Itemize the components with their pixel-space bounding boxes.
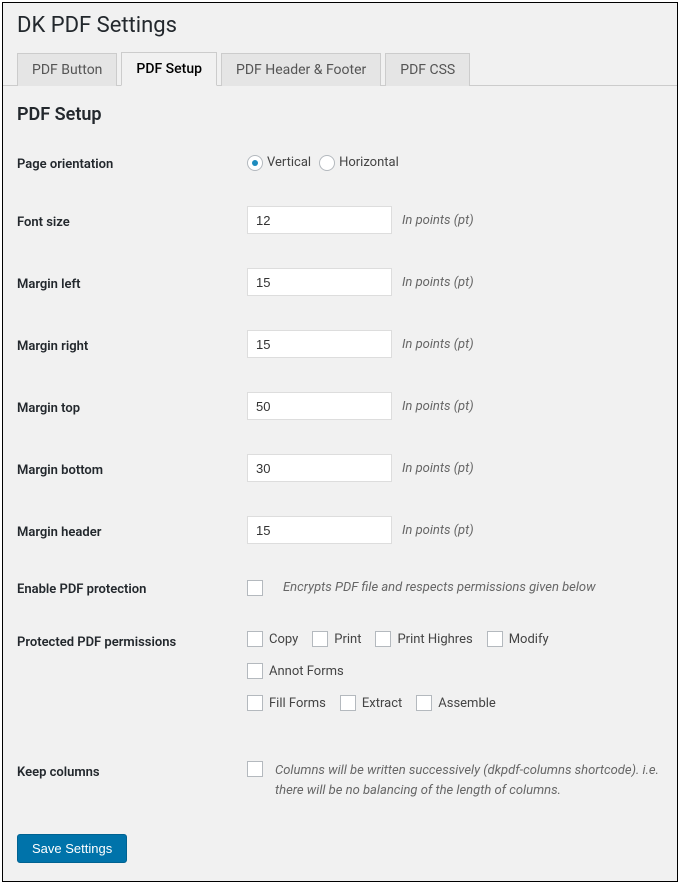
perm-extract-label: Extract (362, 696, 402, 711)
hint-keep-columns: Columns will be written successively (dk… (275, 761, 663, 800)
input-margin-right[interactable] (247, 330, 392, 358)
radio-vertical[interactable]: Vertical (247, 155, 311, 171)
label-margin-left: Margin left (17, 273, 247, 292)
input-margin-header[interactable] (247, 516, 392, 544)
checkbox-print[interactable]: Print (312, 631, 361, 647)
input-margin-top[interactable] (247, 392, 392, 420)
save-button[interactable]: Save Settings (17, 834, 127, 863)
checkbox-print-highres[interactable]: Print Highres (375, 631, 472, 647)
perm-print-highres-label: Print Highres (397, 632, 472, 647)
label-protection: Enable PDF protection (17, 578, 247, 597)
perm-print-label: Print (334, 632, 361, 647)
checkbox-copy[interactable]: Copy (247, 631, 298, 647)
section-title: PDF Setup (17, 104, 663, 125)
input-margin-bottom[interactable] (247, 454, 392, 482)
checkbox-extract[interactable]: Extract (340, 695, 402, 711)
tab-pdf-button[interactable]: PDF Button (17, 53, 117, 86)
label-permissions: Protected PDF permissions (17, 631, 247, 650)
checkbox-annot-forms[interactable]: Annot Forms (247, 663, 344, 679)
checkbox-modify[interactable]: Modify (487, 631, 549, 647)
tab-pdf-header-footer[interactable]: PDF Header & Footer (221, 53, 381, 86)
radio-horizontal[interactable]: Horizontal (319, 155, 399, 171)
checkbox-icon (375, 631, 391, 647)
label-margin-right: Margin right (17, 335, 247, 354)
hint-margin-right: In points (pt) (402, 337, 474, 352)
radio-vertical-label: Vertical (267, 155, 311, 170)
hint-margin-header: In points (pt) (402, 523, 474, 538)
checkbox-icon (247, 631, 263, 647)
tab-pdf-css[interactable]: PDF CSS (385, 53, 470, 86)
label-margin-header: Margin header (17, 521, 247, 540)
input-font-size[interactable] (247, 206, 392, 234)
checkbox-keep-columns[interactable] (247, 761, 269, 777)
checkbox-icon (247, 761, 263, 777)
perm-assemble-label: Assemble (438, 696, 496, 711)
label-margin-top: Margin top (17, 397, 247, 416)
label-keep-columns: Keep columns (17, 761, 247, 780)
checkbox-icon (416, 695, 432, 711)
checkbox-assemble[interactable]: Assemble (416, 695, 496, 711)
label-orientation: Page orientation (17, 153, 247, 172)
tabs: PDF Button PDF Setup PDF Header & Footer… (3, 52, 677, 86)
checkbox-icon (247, 663, 263, 679)
label-font-size: Font size (17, 211, 247, 230)
checkbox-icon (487, 631, 503, 647)
perm-fill-forms-label: Fill Forms (269, 696, 326, 711)
hint-margin-left: In points (pt) (402, 275, 474, 290)
tab-pdf-setup[interactable]: PDF Setup (121, 52, 217, 86)
checkbox-fill-forms[interactable]: Fill Forms (247, 695, 326, 711)
perm-copy-label: Copy (269, 632, 298, 647)
checkbox-icon (247, 580, 263, 596)
checkbox-icon (247, 695, 263, 711)
checkbox-protection[interactable] (247, 580, 269, 596)
hint-margin-bottom: In points (pt) (402, 461, 474, 476)
radio-horizontal-label: Horizontal (339, 155, 399, 170)
perm-modify-label: Modify (509, 632, 549, 647)
page-title: DK PDF Settings (3, 3, 677, 52)
label-margin-bottom: Margin bottom (17, 459, 247, 478)
radio-icon (247, 155, 263, 171)
hint-margin-top: In points (pt) (402, 399, 474, 414)
checkbox-icon (340, 695, 356, 711)
perm-annot-forms-label: Annot Forms (269, 664, 344, 679)
input-margin-left[interactable] (247, 268, 392, 296)
radio-icon (319, 155, 335, 171)
checkbox-icon (312, 631, 328, 647)
hint-font-size: In points (pt) (402, 213, 474, 228)
hint-protection: Encrypts PDF file and respects permissio… (283, 580, 596, 595)
